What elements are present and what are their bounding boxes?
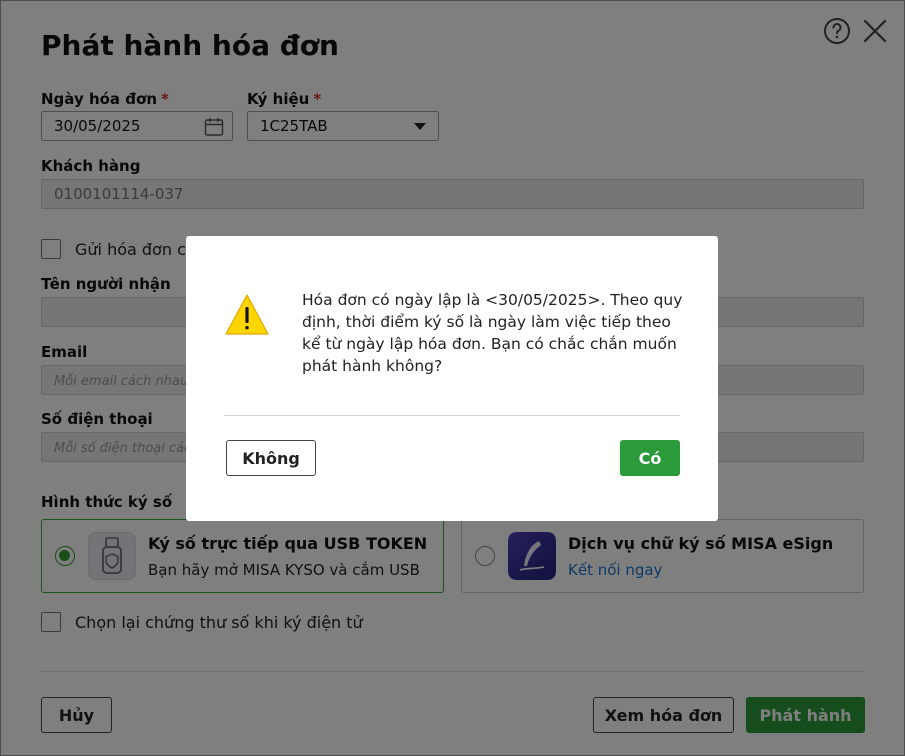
no-button[interactable]: Không bbox=[226, 440, 316, 476]
modal-divider bbox=[224, 415, 680, 416]
warning-icon bbox=[225, 294, 269, 335]
modal-message: Hóa đơn có ngày lập là <30/05/2025>. The… bbox=[302, 291, 683, 375]
confirm-modal: Hóa đơn có ngày lập là <30/05/2025>. The… bbox=[186, 236, 718, 521]
yes-button[interactable]: Có bbox=[620, 440, 680, 476]
